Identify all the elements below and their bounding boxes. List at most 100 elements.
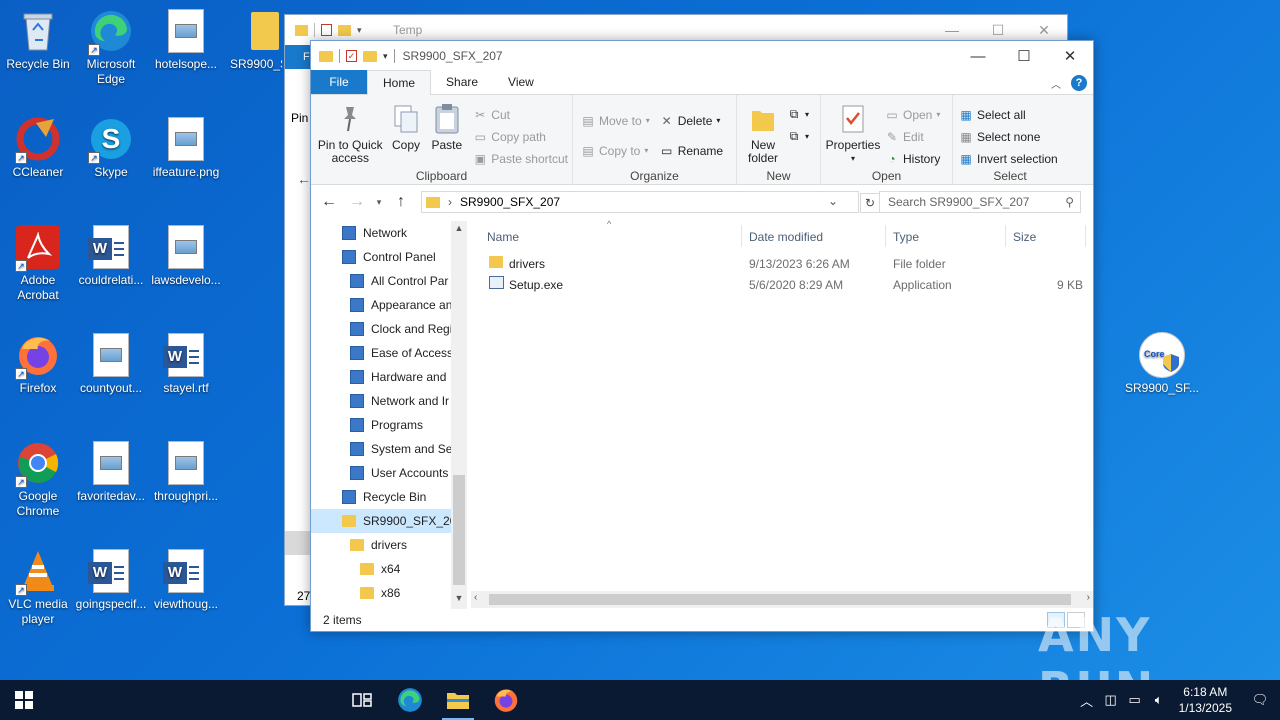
recent-locations-icon[interactable]: ▾ [373, 190, 385, 214]
nav-item[interactable]: Programs [311, 413, 467, 437]
open-button[interactable]: ▭ Open ▾ [885, 105, 940, 124]
window-titlebar[interactable]: ✓ ▾ SR9900_SFX_207 — ☐ ✕ [311, 41, 1093, 71]
history-button[interactable]: ◔ History [885, 149, 940, 168]
tab-view[interactable]: View [493, 70, 549, 94]
task-view-button[interactable] [338, 680, 386, 720]
column-header-type[interactable]: Type [893, 230, 919, 244]
help-icon[interactable]: ? [1071, 75, 1087, 91]
nav-item[interactable]: Control Panel [311, 245, 467, 269]
breadcrumb-path[interactable]: SR9900_SFX_207 [460, 195, 560, 209]
clock[interactable]: 6:18 AM 1/13/2025 [1171, 684, 1240, 716]
desktop-icon-goingspecif[interactable]: W goingspecif... [73, 548, 149, 612]
desktop-icon-sr9900-folder[interactable]: SR9900_SF [222, 8, 282, 72]
nav-item[interactable]: x64 [311, 557, 467, 581]
back-arrow-icon[interactable]: ← [297, 171, 311, 187]
nav-item[interactable]: Hardware and [311, 365, 467, 389]
new-folder-icon[interactable] [363, 50, 377, 62]
scroll-right-icon[interactable]: › [1087, 592, 1090, 603]
scrollbar-thumb[interactable] [489, 594, 1071, 605]
desktop-icon-sr9900-setup[interactable]: Core SR9900_SF... [1124, 332, 1200, 396]
properties-icon[interactable]: ✓ [346, 50, 357, 62]
scrollbar-thumb[interactable] [453, 475, 465, 585]
desktop-icon-viewthoug[interactable]: W viewthoug... [148, 548, 224, 612]
desktop-icon-lawsdevelo[interactable]: lawsdevelo... [148, 224, 224, 288]
desktop-icon-edge[interactable]: ↗ Microsoft Edge [73, 8, 149, 87]
taskbar-file-explorer[interactable] [434, 680, 482, 720]
qat-dropdown-icon[interactable]: ▾ [357, 25, 362, 36]
explorer-window[interactable]: ✓ ▾ SR9900_SFX_207 — ☐ ✕ File Home Share… [310, 40, 1094, 632]
desktop-icon-throughpri[interactable]: throughpri... [148, 440, 224, 504]
nav-item[interactable]: Clock and Regi [311, 317, 467, 341]
desktop-icon-skype[interactable]: S ↗ Skype [73, 116, 149, 180]
minimize-button[interactable]: — [955, 41, 1001, 71]
nav-item[interactable]: Appearance an [311, 293, 467, 317]
taskbar-firefox[interactable] [482, 680, 530, 720]
easy-access-button[interactable]: ⧉ ▾ [787, 127, 809, 146]
move-to-button[interactable]: ▤ Move to ▾ [581, 111, 649, 130]
column-header-size[interactable]: Size [1013, 230, 1036, 244]
navigation-scrollbar[interactable]: ▲ ▼ [451, 221, 467, 609]
forward-arrow-icon[interactable]: → [345, 190, 369, 214]
navigation-pane[interactable]: Network Control Panel All Control Par Appea… [311, 221, 467, 609]
nav-item[interactable]: SR9900_SFX_207 [311, 509, 467, 533]
nav-item[interactable]: x86 [311, 581, 467, 605]
select-none-button[interactable]: ▦ Select none [959, 127, 1058, 146]
desktop-icon-adobe-acrobat[interactable]: ↗ Adobe Acrobat [0, 224, 76, 303]
select-all-button[interactable]: ▦ Select all [959, 105, 1058, 124]
collapse-ribbon-icon[interactable]: ︿ [1051, 76, 1061, 91]
scroll-down-icon[interactable]: ▼ [451, 593, 467, 609]
address-bar[interactable]: › SR9900_SFX_207 ⌄ ↻ [421, 191, 880, 213]
nav-item[interactable]: User Accounts [311, 461, 467, 485]
scroll-left-icon[interactable]: ‹ [474, 592, 477, 603]
volume-icon[interactable]: 🔈︎ [1147, 692, 1171, 708]
file-list[interactable]: ^ Name Date modified Type Size drivers 9… [469, 219, 1093, 609]
rename-button[interactable]: ▭ Rename [660, 141, 723, 160]
notifications-icon[interactable]: 🗨︎ [1240, 692, 1280, 708]
background-file-tab[interactable]: F [285, 45, 311, 69]
column-header-date[interactable]: Date modified [749, 230, 823, 244]
desktop-icon-stayel[interactable]: W stayel.rtf [148, 332, 224, 396]
nav-item[interactable]: drivers [311, 533, 467, 557]
cut-button[interactable]: ✂ Cut [473, 105, 568, 124]
desktop-icon-recycle-bin[interactable]: Recycle Bin [0, 8, 76, 72]
taskbar-edge[interactable] [386, 680, 434, 720]
copy-path-button[interactable]: ▭ Copy path [473, 127, 568, 146]
breadcrumb-chevron-icon[interactable]: › [448, 195, 452, 209]
desktop-icon-couldrelati[interactable]: W couldrelati... [73, 224, 149, 288]
desktop-icon-iffeature[interactable]: iffeature.png [148, 116, 224, 180]
new-item-button[interactable]: ⧉ ▾ [787, 105, 809, 124]
desktop-icon-countyout[interactable]: countyout... [73, 332, 149, 396]
desktop-icon-ccleaner[interactable]: ↗ CCleaner [0, 116, 76, 180]
tab-file[interactable]: File [311, 70, 367, 94]
desktop-icon-vlc[interactable]: ↗ VLC media player [0, 548, 76, 627]
search-input[interactable]: Search SR9900_SFX_207 ⚲ [879, 191, 1081, 213]
nav-item[interactable]: All Control Par [311, 269, 467, 293]
scroll-up-icon[interactable]: ▲ [451, 223, 467, 239]
paste-shortcut-button[interactable]: ▣ Paste shortcut [473, 149, 568, 168]
show-hidden-icons-icon[interactable]: ︿ [1075, 691, 1099, 710]
tab-home[interactable]: Home [367, 70, 432, 95]
nav-item[interactable]: Ease of Access [311, 341, 467, 365]
file-list-horizontal-scrollbar[interactable]: ‹ › [471, 591, 1093, 608]
meet-now-icon[interactable]: ◫ [1099, 692, 1123, 708]
qat-dropdown-icon[interactable]: ▾ [383, 51, 388, 62]
delete-button[interactable]: ✕ Delete ▾ [660, 111, 723, 130]
address-dropdown-icon[interactable]: ⌄ [828, 194, 838, 208]
maximize-button[interactable]: ☐ [1001, 41, 1047, 71]
desktop-icon-hotelsope[interactable]: hotelsope... [148, 8, 224, 72]
nav-item[interactable]: System and Se [311, 437, 467, 461]
close-button[interactable]: ✕ [1047, 41, 1093, 71]
back-arrow-icon[interactable]: ← [317, 190, 341, 214]
file-row[interactable]: drivers 9/13/2023 6:26 AM File folder [469, 253, 1089, 274]
invert-selection-button[interactable]: ▦ Invert selection [959, 149, 1057, 168]
desktop-icon-favoritedav[interactable]: favoritedav... [73, 440, 149, 504]
file-row[interactable]: Setup.exe 5/6/2020 8:29 AM Application 9… [469, 274, 1089, 295]
start-button[interactable] [0, 680, 48, 720]
tab-share[interactable]: Share [431, 70, 493, 94]
column-header-name[interactable]: Name [487, 230, 519, 244]
copy-to-button[interactable]: ▤ Copy to ▾ [581, 141, 650, 160]
up-arrow-icon[interactable]: ↑ [389, 190, 413, 214]
nav-item[interactable]: Network and Ir [311, 389, 467, 413]
network-icon[interactable]: ▭ [1123, 692, 1147, 708]
refresh-icon[interactable]: ↻ [860, 193, 880, 213]
